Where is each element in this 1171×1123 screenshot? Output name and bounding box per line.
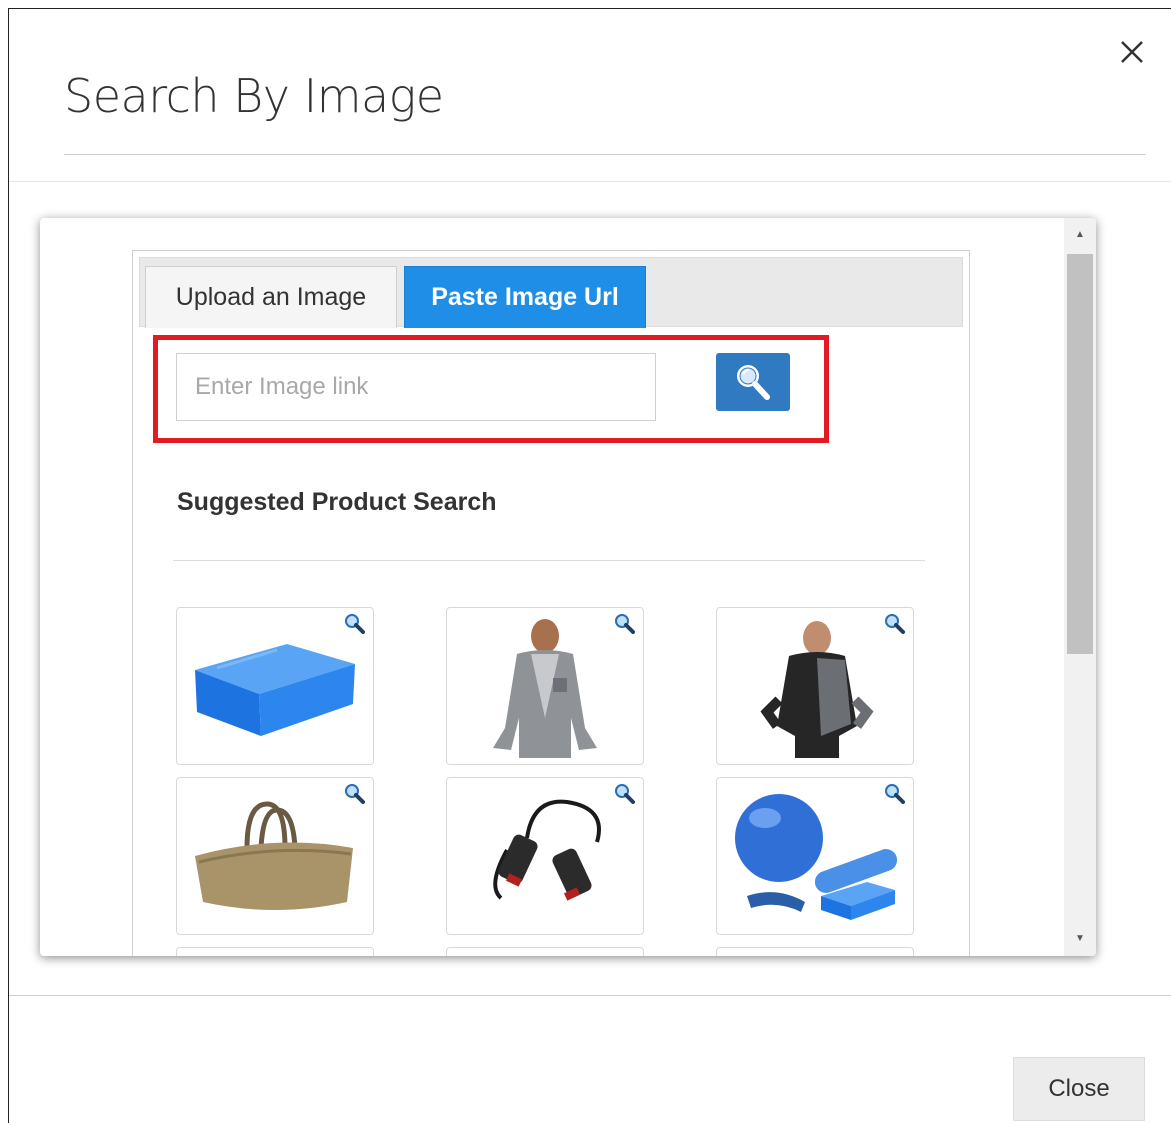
section-divider: [173, 560, 925, 561]
product-thumb-row3-1[interactable]: [176, 947, 374, 956]
search-button[interactable]: [716, 353, 790, 411]
search-icon: [737, 365, 770, 400]
scroll-up-arrow-icon[interactable]: ▲: [1064, 224, 1096, 246]
product-thumb-yoga-ball[interactable]: [716, 777, 914, 935]
product-thumb-row3-2[interactable]: [446, 947, 644, 956]
scrollbar-thumb[interactable]: [1067, 254, 1093, 654]
tab-paste-image-url[interactable]: Paste Image Url: [404, 266, 646, 328]
tab-bar: Upload an Image Paste Image Url: [139, 257, 963, 328]
zoom-icon: [885, 614, 905, 634]
search-frame: Upload an Image Paste Image Url Suggeste…: [40, 218, 1096, 956]
footer-divider: [9, 995, 1171, 996]
close-icon[interactable]: [1117, 37, 1147, 67]
product-thumb-foam-block[interactable]: [176, 607, 374, 765]
product-thumb-grey-hoodie[interactable]: [446, 607, 644, 765]
product-thumb-jacket[interactable]: [716, 607, 914, 765]
scroll-down-arrow-icon[interactable]: ▼: [1064, 928, 1096, 950]
modal-title: Search By Image: [64, 69, 444, 123]
close-button[interactable]: Close: [1013, 1057, 1145, 1121]
title-divider: [64, 154, 1146, 155]
zoom-icon: [615, 784, 635, 804]
vertical-scrollbar[interactable]: ▲ ▼: [1064, 218, 1096, 956]
search-panel: Upload an Image Paste Image Url Suggeste…: [132, 250, 970, 956]
header-divider: [9, 181, 1171, 182]
tab-upload-image[interactable]: Upload an Image: [145, 266, 397, 328]
product-thumb-resistance-band[interactable]: [446, 777, 644, 935]
image-link-input[interactable]: [176, 353, 656, 421]
product-thumb-row3-3[interactable]: [716, 947, 914, 956]
section-title: Suggested Product Search: [177, 488, 497, 516]
zoom-icon: [345, 614, 365, 634]
frame-content: Upload an Image Paste Image Url Suggeste…: [40, 218, 1064, 956]
zoom-icon: [345, 784, 365, 804]
product-thumb-duffle-bag[interactable]: [176, 777, 374, 935]
zoom-icon: [615, 614, 635, 634]
zoom-icon: [885, 784, 905, 804]
